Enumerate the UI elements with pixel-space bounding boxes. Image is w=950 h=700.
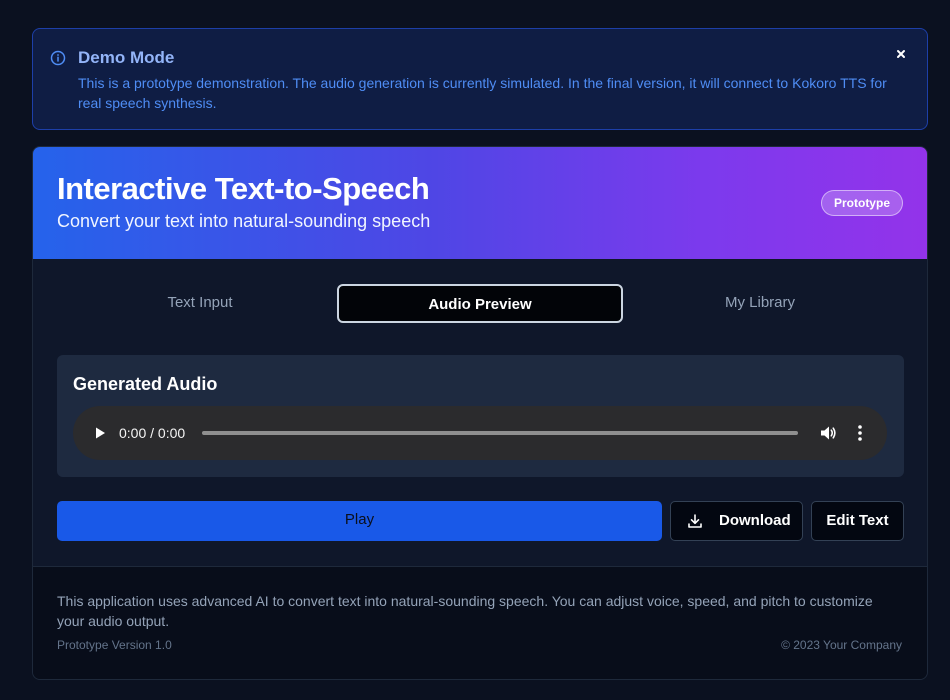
more-options-icon[interactable]: [855, 423, 865, 443]
download-label: Download: [719, 512, 791, 529]
play-icon[interactable]: [93, 426, 107, 440]
tab-text-input[interactable]: Text Input: [57, 284, 343, 323]
demo-mode-alert: Demo Mode This is a prototype demonstrat…: [32, 28, 928, 130]
audio-seek-bar[interactable]: [202, 431, 798, 435]
tab-my-library[interactable]: My Library: [617, 284, 903, 323]
alert-message: This is a prototype demonstration. The a…: [78, 75, 887, 111]
generated-audio-panel: Generated Audio 0:00 / 0:00: [57, 355, 904, 477]
download-button[interactable]: Download: [670, 501, 803, 541]
card-header: Interactive Text-to-Speech Convert your …: [33, 147, 927, 259]
audio-time: 0:00 / 0:00: [119, 425, 186, 441]
page-subtitle: Convert your text into natural-sounding …: [57, 211, 431, 231]
version-label: Prototype Version 1.0: [57, 638, 172, 652]
copyright-label: © 2023 Your Company: [781, 638, 902, 652]
page-title: Interactive Text-to-Speech: [57, 171, 430, 206]
tts-card: Interactive Text-to-Speech Convert your …: [32, 146, 928, 680]
footer-description: This application uses advanced AI to con…: [57, 593, 873, 629]
close-icon[interactable]: [894, 47, 908, 61]
info-icon: [50, 50, 66, 66]
download-icon: [688, 514, 702, 528]
alert-title: Demo Mode: [78, 48, 175, 67]
audio-heading: Generated Audio: [73, 374, 218, 394]
prototype-badge: Prototype: [820, 190, 903, 216]
edit-text-button[interactable]: Edit Text: [811, 501, 904, 541]
play-button[interactable]: Play: [57, 501, 662, 541]
audio-player: 0:00 / 0:00: [73, 406, 887, 460]
card-footer: This application uses advanced AI to con…: [33, 566, 927, 679]
tab-audio-preview[interactable]: Audio Preview: [337, 284, 623, 323]
volume-icon[interactable]: [819, 424, 837, 442]
